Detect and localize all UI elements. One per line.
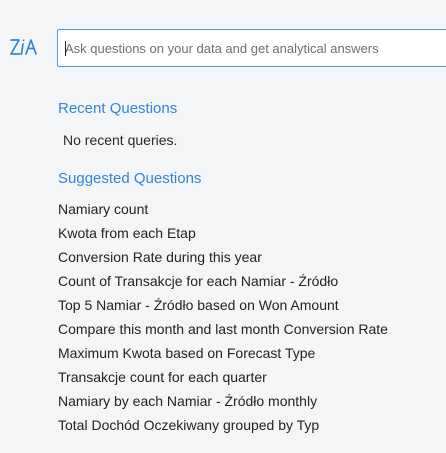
suggested-question[interactable]: Compare this month and last month Conver…: [58, 317, 388, 341]
text-caret: [65, 41, 66, 56]
suggested-question[interactable]: Namiary by each Namiar - Źródło monthly: [58, 389, 388, 413]
suggested-question[interactable]: Namiary count: [58, 197, 388, 221]
suggested-question[interactable]: Conversion Rate during this year: [58, 245, 388, 269]
suggested-question[interactable]: Count of Transakcje for each Namiar - Źr…: [58, 269, 388, 293]
suggested-question[interactable]: Top 5 Namiar - Źródło based on Won Amoun…: [58, 293, 388, 317]
search-input[interactable]: [58, 30, 446, 66]
suggested-question[interactable]: Kwota from each Etap: [58, 221, 388, 245]
recent-questions-title: Recent Questions: [58, 100, 178, 117]
suggested-question[interactable]: Transakcje count for each quarter: [58, 365, 388, 389]
suggested-questions-list: Namiary count Kwota from each Etap Conve…: [58, 197, 388, 437]
suggested-question[interactable]: Maximum Kwota based on Forecast Type: [58, 341, 388, 365]
recent-empty-message: No recent queries.: [63, 132, 178, 148]
zia-logo-icon: [9, 36, 39, 60]
suggested-question[interactable]: Total Dochód Oczekiwany grouped by Typ: [58, 413, 388, 437]
suggested-questions-title: Suggested Questions: [58, 170, 202, 187]
search-box[interactable]: [57, 29, 446, 67]
